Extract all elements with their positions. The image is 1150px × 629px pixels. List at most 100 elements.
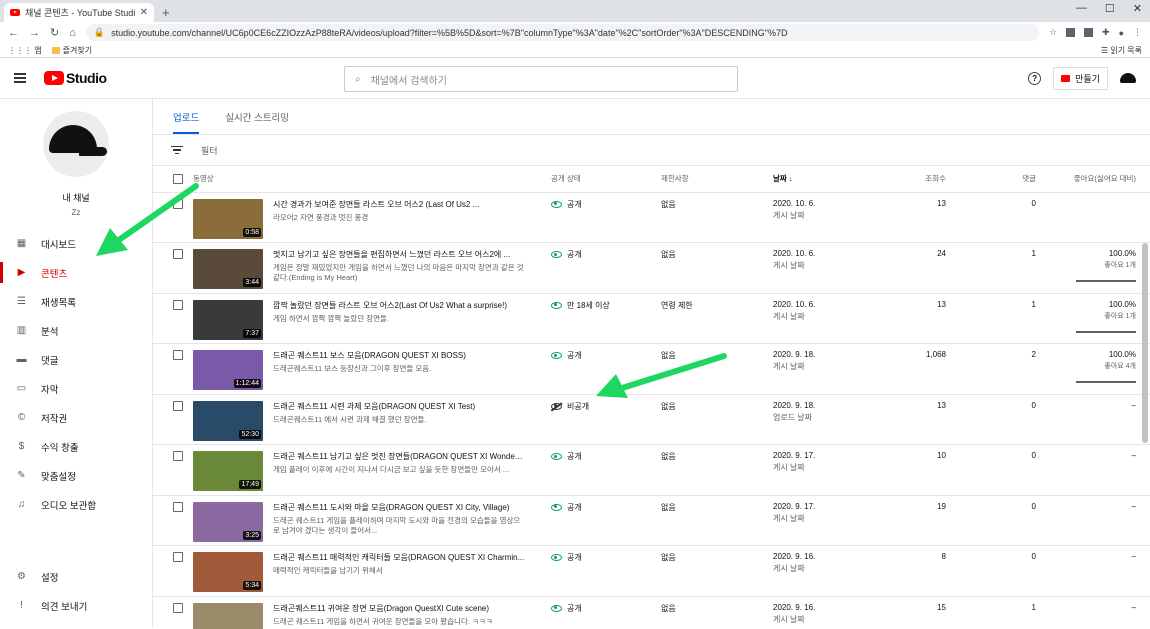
table-row[interactable]: 5:34 드래곤 퀘스트11 매력적인 캐릭터들 모음(DRAGON QUEST… (152, 545, 1150, 597)
channel-search[interactable]: ⌕ 채널에서 검색하기 (344, 66, 738, 92)
help-icon[interactable]: ? (1028, 71, 1042, 85)
row-checkbox[interactable] (172, 451, 183, 461)
extension-icon[interactable] (1084, 28, 1094, 37)
row-checkbox[interactable] (172, 299, 183, 310)
minimize-icon[interactable]: — (1076, 2, 1087, 15)
video-thumbnail[interactable]: 52:30 (192, 400, 263, 441)
visibility-status[interactable]: 공개 (551, 603, 661, 614)
restriction-value: 없음 (661, 545, 773, 597)
table-row[interactable]: 17:49 드래곤 퀘스트11 남기고 싶은 멋진 장면들(DRAGON QUE… (152, 444, 1150, 496)
search-input[interactable]: 채널에서 검색하기 (371, 72, 447, 87)
video-title[interactable]: 드래곤 퀘스트11 도시와 마을 모음(DRAGON QUEST XI City… (273, 502, 525, 513)
table-row[interactable]: 7:37 깜짝 놀랐던 장면들 라스트 오브 어스2(Last Of Us2 W… (152, 293, 1150, 344)
sidebar-item-0[interactable]: ▦ 대시보드 (0, 229, 152, 258)
profile-icon[interactable]: ● (1119, 28, 1124, 38)
forward-icon[interactable]: → (29, 27, 40, 39)
row-checkbox[interactable] (172, 552, 183, 562)
favorites-bookmark[interactable]: 즐겨찾기 (51, 45, 92, 56)
studio-logo[interactable]: Studio (44, 70, 107, 86)
sidebar-item-1[interactable]: ▶ 콘텐츠 (0, 258, 152, 287)
puzzle-icon[interactable]: ✚ (1102, 27, 1110, 38)
sidebar-item-2[interactable]: ☰ 재생목록 (0, 287, 152, 316)
col-comments[interactable]: 댓글 (950, 166, 1040, 193)
row-checkbox[interactable] (172, 501, 183, 512)
browser-tab[interactable]: 채널 콘텐츠 - YouTube Studio ✕ (4, 3, 154, 22)
video-title[interactable]: 드래곤 퀘스트11 남기고 싶은 멋진 장면들(DRAGON QUEST XI … (273, 451, 525, 462)
video-thumbnail[interactable]: 3:25 (192, 501, 263, 542)
video-title[interactable]: 드래곤퀘스트11 귀여운 장면 모음(Dragon QuestXI Cute s… (273, 603, 525, 614)
maximize-icon[interactable]: ☐ (1105, 2, 1115, 15)
video-title[interactable]: 멋지고 남기고 싶은 장면들을 편집하면서 느꼈던 라스트 오브 어스2에 ..… (273, 249, 525, 260)
video-thumbnail[interactable]: 17:49 (192, 451, 263, 491)
row-checkbox[interactable] (172, 602, 183, 613)
tab-live[interactable]: 실시간 스트리밍 (225, 110, 289, 134)
table-row[interactable]: 52:30 드래곤 퀘스트11 시련 과제 모음(DRAGON QUEST XI… (152, 394, 1150, 445)
video-thumbnail[interactable]: 2:37 (192, 602, 263, 629)
visibility-status[interactable]: 공개 (551, 350, 661, 361)
visibility-status[interactable]: 비공개 (551, 401, 661, 412)
sidebar-item-6[interactable]: © 저작권 (0, 403, 152, 432)
video-description: 게임 하면서 깜짝 깜짝 놀랐던 장면들. (272, 313, 389, 323)
visibility-status[interactable]: 공개 (551, 199, 661, 210)
apps-bookmark[interactable]: ⋮⋮⋮ 앱 (8, 45, 42, 56)
star-icon[interactable]: ☆ (1049, 27, 1057, 38)
reading-list[interactable]: ☰ 읽기 목록 (1101, 45, 1142, 56)
video-title[interactable]: 시간 경과가 보여준 장면들 라스트 오브 어스2 (Last Of Us2 .… (273, 199, 525, 210)
visibility-status[interactable]: 공개 (551, 249, 661, 260)
sidebar-item-5[interactable]: ▭ 자막 (0, 374, 152, 403)
sidebar-item-b1[interactable]: ! 의견 보내기 (0, 591, 152, 620)
account-avatar[interactable] (1120, 73, 1136, 83)
url-bar[interactable]: 🔒 studio.youtube.com/channel/UC6p0CE6cZZ… (85, 24, 1039, 41)
back-icon[interactable]: ← (8, 27, 19, 39)
table-row[interactable]: 1:12:44 드래곤 퀘스트11 보스 모음(DRAGON QUEST XI … (152, 343, 1150, 395)
home-icon[interactable]: ⌂ (69, 27, 76, 39)
sidebar-item-3[interactable]: ▥ 분석 (0, 316, 152, 345)
col-likes[interactable]: 좋아요(싫어요 대비) (1040, 166, 1150, 193)
sidebar-item-4[interactable]: ▬ 댓글 (0, 345, 152, 374)
video-thumbnail[interactable]: 7:37 (192, 299, 263, 340)
filter-icon[interactable] (170, 145, 183, 155)
video-thumbnail[interactable]: 1:12:44 (192, 350, 263, 390)
hamburger-menu-icon[interactable] (14, 73, 26, 83)
video-title[interactable]: 드래곤 퀘스트11 보스 모음(DRAGON QUEST XI BOSS) (273, 350, 525, 361)
sidebar-item-7[interactable]: $ 수익 창출 (0, 432, 152, 461)
sidebar-item-9[interactable]: ♫ 오디오 보관함 (0, 490, 152, 519)
scrollbar[interactable] (1142, 243, 1148, 443)
views-value: 1,068 (865, 343, 950, 395)
col-restrictions[interactable]: 제한사항 (661, 166, 773, 193)
row-checkbox[interactable] (172, 400, 183, 411)
new-tab-icon[interactable]: + (162, 5, 170, 20)
select-all-checkbox[interactable] (172, 173, 183, 184)
row-checkbox[interactable] (172, 198, 183, 209)
extension-icon[interactable] (1066, 28, 1076, 37)
video-thumbnail[interactable]: 0:58 (192, 198, 263, 239)
video-title[interactable]: 깜짝 놀랐던 장면들 라스트 오브 어스2(Last Of Us2 What a… (273, 300, 525, 311)
col-views[interactable]: 조회수 (865, 166, 950, 193)
create-button[interactable]: 만들기 (1053, 66, 1108, 90)
table-row[interactable]: 2:37 드래곤퀘스트11 귀여운 장면 모음(Dragon QuestXI C… (152, 596, 1150, 629)
visibility-status[interactable]: 공개 (551, 502, 661, 513)
video-thumbnail[interactable]: 3:44 (192, 249, 263, 289)
video-title[interactable]: 드래곤 퀘스트11 시련 과제 모음(DRAGON QUEST XI Test) (273, 401, 525, 412)
close-tab-icon[interactable]: ✕ (140, 7, 148, 18)
tab-uploads[interactable]: 업로드 (172, 110, 200, 134)
close-window-icon[interactable]: ✕ (1133, 2, 1142, 15)
filter-bar[interactable]: 필터 (152, 135, 1150, 166)
menu-dots-icon[interactable]: ⋮ (1133, 27, 1142, 38)
row-checkbox[interactable] (172, 249, 183, 259)
table-row[interactable]: 3:25 드래곤 퀘스트11 도시와 마을 모음(DRAGON QUEST XI… (152, 495, 1150, 546)
sidebar-item-8[interactable]: ✎ 맞춤설정 (0, 461, 152, 490)
col-visibility[interactable]: 공개 상태 (551, 166, 661, 193)
table-row[interactable]: 3:44 멋지고 남기고 싶은 장면들을 편집하면서 느꼈던 라스트 오브 어스… (152, 242, 1150, 294)
sidebar-item-b0[interactable]: ⚙ 설정 (0, 562, 152, 591)
channel-avatar[interactable] (42, 111, 109, 177)
table-row[interactable]: 0:58 시간 경과가 보여준 장면들 라스트 오브 어스2 (Last Of … (152, 192, 1150, 243)
row-checkbox[interactable] (172, 350, 183, 360)
visibility-status[interactable]: 공개 (551, 451, 661, 462)
video-title[interactable]: 드래곤 퀘스트11 매력적인 캐릭터들 모음(DRAGON QUEST XI C… (273, 552, 525, 563)
reload-icon[interactable]: ↻ (50, 26, 59, 39)
visibility-status[interactable]: 공개 (551, 552, 661, 563)
visibility-status[interactable]: 만 18세 이상 (551, 300, 661, 311)
video-thumbnail[interactable]: 5:34 (192, 552, 263, 592)
col-date[interactable]: 날짜 ↓ (773, 166, 865, 193)
